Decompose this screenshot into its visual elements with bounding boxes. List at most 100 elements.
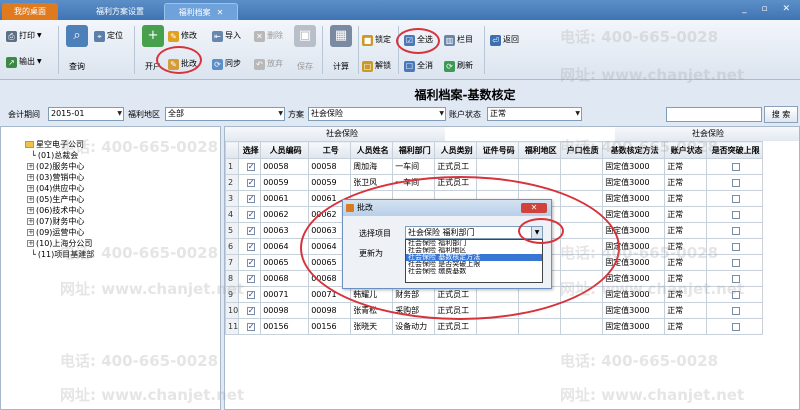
- window-controls[interactable]: _ ▫ ✕: [742, 4, 796, 14]
- dropdown-option[interactable]: 社会保险 缴费基数: [406, 268, 542, 275]
- column-header[interactable]: 基数核定方法: [602, 141, 666, 159]
- abandon-button[interactable]: ↶ 放弃: [254, 57, 283, 71]
- expand-icon[interactable]: +: [27, 229, 34, 236]
- select-checkbox[interactable]: [246, 194, 255, 203]
- search-button[interactable]: 搜 索: [764, 106, 798, 123]
- select-checkbox[interactable]: [246, 290, 255, 299]
- tree-item[interactable]: + (05)生产中心: [27, 194, 84, 205]
- expand-icon[interactable]: +: [27, 174, 34, 181]
- print-button[interactable]: ⎙ 打印 ▼: [6, 29, 42, 43]
- column-header[interactable]: 户口性质: [560, 141, 604, 159]
- tab-home[interactable]: 我的桌面: [2, 3, 58, 20]
- exceed-limit-checkbox[interactable]: [731, 194, 740, 203]
- import-button[interactable]: ⇤ 导入: [212, 29, 241, 43]
- dropdown-option[interactable]: 社会保险 是否突破上限: [406, 261, 542, 268]
- tab-welfare-archive[interactable]: 福利档案 ✕: [164, 3, 238, 20]
- exceed-limit-checkbox[interactable]: [731, 162, 740, 171]
- batch-edit-dialog: 批改 ✕ 选择项目 社会保险 福利部门 ▼ 更新为 社会保险 福利部门 社会保险 …: [342, 199, 552, 289]
- export-icon: ↗: [6, 56, 17, 68]
- modify-button[interactable]: ✎ 修改: [168, 29, 197, 43]
- exceed-limit-checkbox[interactable]: [731, 290, 740, 299]
- select-checkbox[interactable]: [246, 210, 255, 219]
- exceed-limit-checkbox[interactable]: [731, 210, 740, 219]
- expand-icon[interactable]: +: [27, 185, 34, 192]
- calculate-button[interactable]: ▦ 计算: [326, 23, 356, 77]
- column-header[interactable]: 工号: [308, 141, 352, 159]
- row-number: 10: [225, 302, 240, 319]
- dropdown-option-selected[interactable]: 社会保险 基数核定方法: [406, 254, 542, 261]
- tree-item[interactable]: └ (11)项目基建部: [31, 249, 94, 260]
- columns-button[interactable]: ▥ 栏目: [444, 33, 473, 47]
- column-header[interactable]: 证件号码: [476, 141, 520, 159]
- exceed-limit-checkbox[interactable]: [731, 258, 740, 267]
- select-checkbox[interactable]: [246, 322, 255, 331]
- dropdown-option[interactable]: 社会保险 福利地区: [406, 247, 542, 254]
- exceed-limit-checkbox[interactable]: [731, 242, 740, 251]
- tree-item[interactable]: └ (01)总裁会: [31, 150, 78, 161]
- region-select[interactable]: 全部: [165, 107, 285, 121]
- period-select[interactable]: 2015-01: [48, 107, 124, 121]
- locate-label: 定位: [107, 31, 123, 40]
- exceed-limit-checkbox[interactable]: [731, 306, 740, 315]
- expand-icon[interactable]: +: [27, 207, 34, 214]
- tree-item[interactable]: + (06)技术中心: [27, 205, 84, 216]
- column-header[interactable]: 人员姓名: [350, 141, 394, 159]
- column-header[interactable]: 账户状态: [664, 141, 708, 159]
- exceed-limit-checkbox[interactable]: [731, 178, 740, 187]
- deselect-all-button[interactable]: ☐ 全消: [404, 59, 433, 73]
- tree-item[interactable]: + (03)营销中心: [27, 172, 84, 183]
- sync-button[interactable]: ⟳ 同步: [212, 57, 241, 71]
- return-button[interactable]: ⏎ 返回: [490, 33, 519, 47]
- tree-item[interactable]: + (10)上海分公司: [27, 238, 92, 249]
- tree-item[interactable]: + (09)运营中心: [27, 227, 84, 238]
- select-checkbox[interactable]: [246, 274, 255, 283]
- exceed-limit-checkbox[interactable]: [731, 274, 740, 283]
- column-header[interactable]: 是否突破上限: [706, 141, 764, 159]
- close-button[interactable]: ✕: [521, 203, 547, 213]
- exceed-limit-checkbox[interactable]: [731, 322, 740, 331]
- select-cell: [238, 318, 262, 335]
- tree-item[interactable]: + (07)财务中心: [27, 216, 84, 227]
- refresh-button[interactable]: ⟳ 刷新: [444, 59, 473, 73]
- cell-job: 00156: [308, 318, 352, 335]
- table-row[interactable]: 110015600156张晓天设备动力正式员工固定值3000正常: [225, 318, 764, 335]
- column-header[interactable]: 选择: [238, 141, 262, 159]
- select-checkbox[interactable]: [246, 226, 255, 235]
- column-header[interactable]: 人员编码: [260, 141, 310, 159]
- locate-button[interactable]: ⌖ 定位: [94, 29, 123, 43]
- expand-icon[interactable]: +: [27, 196, 34, 203]
- search-input[interactable]: [666, 107, 762, 122]
- tab-welfare-plan-settings[interactable]: 福利方案设置: [80, 3, 160, 20]
- account-status-select[interactable]: 正常: [487, 107, 582, 121]
- expand-icon[interactable]: +: [27, 218, 34, 225]
- table-row[interactable]: 10005800058周加海一车间正式员工固定值3000正常: [225, 158, 764, 175]
- cell-empty: [560, 302, 604, 319]
- column-header[interactable]: 福利部门: [392, 141, 436, 159]
- expand-icon[interactable]: +: [27, 240, 34, 247]
- exceed-limit-cell: [706, 254, 764, 271]
- select-checkbox[interactable]: [246, 178, 255, 187]
- expand-icon[interactable]: +: [27, 163, 34, 170]
- plan-select[interactable]: 社会保险: [308, 107, 446, 121]
- select-checkbox[interactable]: [246, 162, 255, 171]
- delete-button[interactable]: ✕ 删除: [254, 29, 283, 43]
- tree-item[interactable]: + (02)服务中心: [27, 161, 84, 172]
- column-header[interactable]: 人员类别: [434, 141, 478, 159]
- exceed-limit-checkbox[interactable]: [731, 226, 740, 235]
- chevron-down-icon: ▼: [37, 58, 42, 65]
- column-header[interactable]: 福利地区: [518, 141, 562, 159]
- divider: [58, 26, 59, 74]
- tree-root[interactable]: 星空电子公司: [25, 139, 84, 150]
- select-checkbox[interactable]: [246, 258, 255, 267]
- save-button[interactable]: ▣ 保存: [290, 23, 320, 77]
- close-icon[interactable]: ✕: [217, 8, 224, 17]
- lock-button[interactable]: ■ 锁定: [362, 33, 391, 47]
- dropdown-option[interactable]: 社会保险 福利部门: [406, 240, 542, 247]
- tree-item[interactable]: + (04)供应中心: [27, 183, 84, 194]
- columns-label: 栏目: [457, 35, 473, 44]
- export-button[interactable]: ↗ 输出 ▼: [6, 55, 42, 69]
- unlock-button[interactable]: □ 解锁: [362, 59, 391, 73]
- query-button[interactable]: ⌕ 查询: [62, 23, 92, 77]
- select-checkbox[interactable]: [246, 306, 255, 315]
- select-checkbox[interactable]: [246, 242, 255, 251]
